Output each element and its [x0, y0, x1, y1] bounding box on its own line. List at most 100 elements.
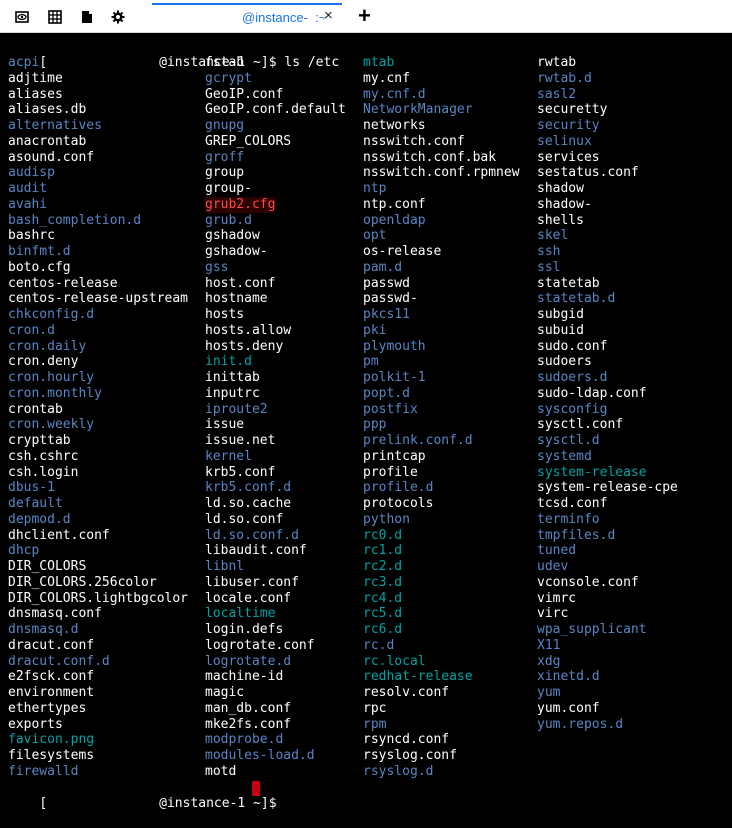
file-entry: audit [8, 181, 48, 196]
file-entry: alternatives [8, 118, 102, 133]
file-entry: rc.d [363, 637, 395, 653]
file-entry: resolv.conf [363, 685, 450, 700]
file-entry: rc0.d [363, 527, 403, 543]
file-entry: NetworkManager [363, 102, 473, 118]
file-entry: subuid [537, 322, 584, 338]
new-tab-button[interactable]: + [358, 3, 371, 29]
file-entry: locale.conf [205, 590, 292, 606]
terminal[interactable]: [@instance-1 ~]$ ls /etc acpi adjtime alia… [0, 33, 732, 811]
file-entry: cron.deny [8, 354, 79, 370]
file-entry: networks [363, 118, 426, 133]
file-entry: acpi [8, 55, 40, 70]
file-entry: ethertypes [8, 700, 87, 716]
file-entry: pki [363, 322, 387, 338]
file-entry: kernel [205, 448, 252, 464]
prompt-open: [ [39, 796, 48, 811]
file-entry: rpc [363, 700, 387, 716]
prompt-open: [ [39, 55, 48, 70]
file-entry: polkit-1 [363, 370, 426, 385]
grid-icon[interactable] [48, 10, 62, 24]
file-entry: gcrypt [205, 70, 252, 86]
file-entry: magic [205, 685, 245, 700]
file-entry: gss [205, 259, 229, 275]
file-entry: sudo.conf [537, 338, 608, 354]
file-entry: tuned [537, 543, 577, 559]
file-entry: fstab [205, 55, 245, 70]
file-entry: nsswitch.conf.bak [363, 149, 497, 165]
file-entry: hosts [205, 307, 245, 322]
file-entry: GREP_COLORS [205, 133, 292, 149]
file-entry: libaudit.conf [205, 543, 307, 559]
file-entry: systemd [537, 448, 592, 464]
file-entry: pkcs11 [363, 307, 410, 322]
file-entry: security [537, 118, 600, 133]
file-entry: redhat-release [363, 669, 473, 685]
file-entry: sudoers.d [537, 370, 608, 385]
file-entry: skel [537, 228, 569, 244]
file-entry: filesystems [8, 748, 95, 763]
file-icon[interactable] [80, 10, 94, 24]
file-entry: bash_completion.d [8, 212, 142, 228]
file-entry: sysconfig [537, 401, 608, 417]
gear-icon[interactable] [111, 10, 125, 24]
file-entry: logrotate.d [205, 653, 292, 669]
file-entry: hosts.allow [205, 322, 292, 338]
file-entry: rwtab [537, 55, 577, 70]
file-entry: mke2fs.conf [205, 716, 292, 732]
file-entry: ssh [537, 244, 561, 259]
tab-close-icon[interactable]: × [324, 7, 333, 24]
file-entry: motd [205, 763, 237, 779]
file-entry: grub.d [205, 212, 252, 228]
file-entry: printcap [363, 448, 426, 464]
file-entry: statetab.d [537, 291, 616, 307]
file-entry: group [205, 165, 245, 181]
file-entry: e2fsck.conf [8, 669, 95, 685]
file-entry: tcsd.conf [537, 496, 608, 511]
file-entry: centos-release-upstream [8, 291, 189, 307]
file-entry: pam.d [363, 259, 403, 275]
file-entry: os-release [363, 244, 442, 259]
tab-terminal[interactable]: @instance- :~ × [152, 3, 342, 31]
file-entry: binfmt.d [8, 244, 71, 259]
file-entry: shells [537, 212, 584, 228]
file-entry: nsswitch.conf.rpmnew [363, 165, 520, 181]
file-entry: xdg [537, 653, 561, 669]
file-entry: groff [205, 149, 245, 165]
file-entry: dracut.conf.d [8, 653, 110, 669]
file-entry: prelink.conf.d [363, 433, 473, 448]
file-entry: logrotate.conf [205, 637, 315, 653]
file-entry: favicon.png [8, 732, 95, 748]
file-entry: my.cnf [363, 70, 410, 86]
file-entry: centos-release [8, 275, 118, 291]
file-entry: aliases [8, 86, 63, 102]
file-entry: cron.weekly [8, 417, 95, 433]
file-entry: login.defs [205, 622, 284, 637]
file-entry: iproute2 [205, 401, 268, 417]
file-entry: opt [363, 228, 387, 244]
file-entry: boto.cfg [8, 259, 71, 275]
file-entry: anacrontab [8, 133, 87, 149]
file-entry: crypttab [8, 433, 71, 448]
file-entry: statetab [537, 275, 600, 291]
file-entry: crontab [8, 401, 63, 417]
file-entry: environment [8, 685, 95, 700]
file-entry: aliases.db [8, 102, 87, 118]
file-entry: sudoers [537, 354, 592, 370]
file-entry: virc [537, 606, 569, 622]
file-entry: libuser.conf [205, 574, 299, 590]
file-entry: init.d [205, 354, 252, 370]
file-entry: sysctl.conf [537, 417, 624, 433]
file-entry: dhclient.conf [8, 527, 110, 543]
file-entry: modules-load.d [205, 748, 315, 763]
file-entry: subgid [537, 307, 584, 322]
file-entry: ppp [363, 417, 387, 433]
eye-icon[interactable] [15, 10, 29, 24]
file-entry: my.cnf.d [363, 86, 426, 102]
file-entry: localtime [205, 606, 276, 622]
file-entry: exports [8, 716, 63, 732]
file-entry: dracut.conf [8, 637, 95, 653]
file-entry: udev [537, 559, 569, 574]
file-entry: ssl [537, 259, 561, 275]
terminal-cursor [252, 781, 260, 796]
file-entry: tmpfiles.d [537, 527, 616, 543]
